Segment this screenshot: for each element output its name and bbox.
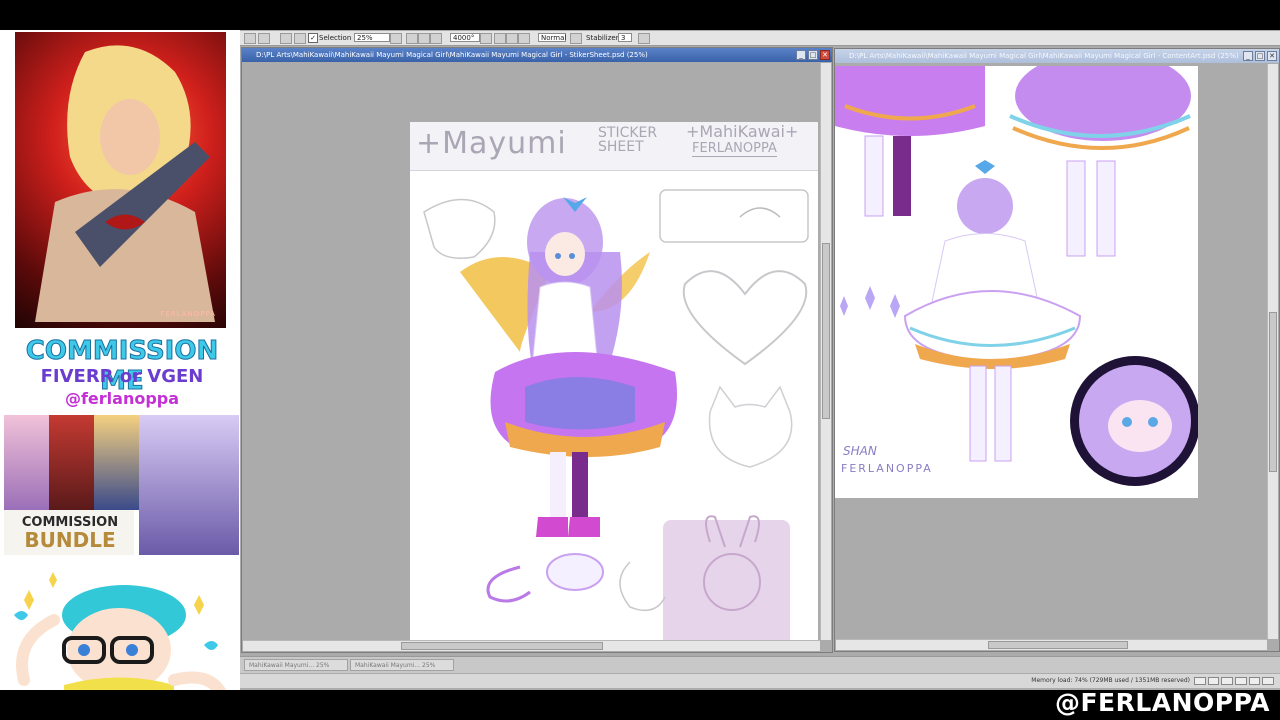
- size-dropdown-icon[interactable]: [480, 33, 492, 44]
- selection-label: Selection: [319, 34, 352, 42]
- status-indicator-icon[interactable]: [1262, 677, 1275, 685]
- minimize-button[interactable]: _: [796, 50, 806, 60]
- tool-b-icon[interactable]: [506, 33, 518, 44]
- face: [545, 232, 585, 276]
- canvas-sticker-sheet[interactable]: +Mayumi STICKER SHEET +MahiKawai+ FERLAN…: [410, 122, 818, 640]
- front-view-skirt: [835, 66, 985, 136]
- status-indicator-icon[interactable]: [1221, 677, 1234, 685]
- portrait-face: [100, 99, 160, 175]
- cat-mascot: [546, 553, 604, 591]
- back-view-hair: [1015, 66, 1191, 141]
- sketch-eye-box: [659, 189, 809, 243]
- leg-right: [572, 452, 588, 517]
- leg-left: [550, 452, 566, 517]
- close-button[interactable]: ✕: [1267, 51, 1277, 61]
- status-indicators: [1194, 677, 1275, 685]
- sketch-bag: [423, 198, 496, 259]
- document-taskbar: MahiKawaii Mayumi... 25% MahiKawaii Mayu…: [240, 656, 1280, 673]
- zoom-dropdown-icon[interactable]: [390, 33, 402, 44]
- commission-bundle-collage: COMMISSION BUNDLE: [4, 415, 239, 555]
- scrollbar-thumb[interactable]: [988, 641, 1128, 649]
- document-tab-2[interactable]: MahiKawaii Mayumi... 25%: [350, 659, 454, 671]
- blend-mode-select[interactable]: Normal: [538, 33, 566, 42]
- redo-icon[interactable]: [294, 33, 306, 44]
- sparkle-icons: [840, 286, 900, 318]
- status-indicator-icon[interactable]: [1248, 677, 1261, 685]
- vertical-scrollbar[interactable]: [1267, 64, 1278, 639]
- sketch-portrait-panel: [663, 520, 790, 640]
- tool-a-icon[interactable]: [494, 33, 506, 44]
- document-title[interactable]: D:\PL Arts\MahiKawaii\MahiKawaii Mayumi …: [242, 48, 832, 62]
- status-indicator-icon[interactable]: [1194, 677, 1206, 685]
- document-tab-1[interactable]: MahiKawaii Mayumi... 25%: [244, 659, 348, 671]
- memory-status: Memory load: 74% (729MB used / 1351MB re…: [1031, 677, 1190, 684]
- status-bar: Memory load: 74% (729MB used / 1351MB re…: [240, 674, 1280, 688]
- flip-icon[interactable]: [430, 33, 442, 44]
- rotate-right-icon[interactable]: [418, 33, 430, 44]
- portrait-signature: FERLANOPPA: [160, 310, 216, 318]
- sketch-cat: [708, 385, 793, 468]
- canvas-content-art[interactable]: SHAN FERLANOPPA: [835, 66, 1198, 498]
- minimize-button[interactable]: _: [1243, 51, 1253, 61]
- sketch-heart: [682, 270, 808, 366]
- streamer-avatar: [14, 572, 227, 690]
- maximize-button[interactable]: □: [1255, 51, 1265, 61]
- promo-platform-text: FIVERR or VGEN: [40, 366, 204, 387]
- sticker-artwork: [423, 189, 809, 640]
- status-indicator-icon[interactable]: [1207, 677, 1220, 685]
- scrollbar-thumb[interactable]: [401, 642, 603, 650]
- brush-size-field[interactable]: 4000°: [450, 33, 480, 42]
- turnaround-artwork: [835, 66, 1198, 486]
- promo-handle-text: @ferlanoppa: [64, 389, 180, 408]
- back-view-head: [957, 178, 1013, 234]
- undo-icon[interactable]: [280, 33, 292, 44]
- art-signature-bottom: FERLANOPPA: [841, 462, 933, 475]
- close-button[interactable]: ✕: [820, 50, 830, 60]
- selection-checkbox[interactable]: ✓: [308, 33, 318, 43]
- horizontal-scrollbar[interactable]: [243, 640, 820, 651]
- status-indicator-icon[interactable]: [1235, 677, 1247, 685]
- blend-dropdown-icon[interactable]: [570, 33, 582, 44]
- commission-portrait-art: FERLANOPPA: [15, 32, 226, 328]
- scrollbar-thumb[interactable]: [822, 243, 830, 419]
- stabilizer-field[interactable]: 3: [618, 33, 632, 42]
- stream-watermark: @FERLANOPPA: [1054, 688, 1270, 717]
- open-file-icon[interactable]: [258, 33, 270, 44]
- rotate-left-icon[interactable]: [406, 33, 418, 44]
- new-file-icon[interactable]: [244, 33, 256, 44]
- scrollbar-thumb[interactable]: [1269, 312, 1277, 472]
- vertical-scrollbar[interactable]: [820, 63, 831, 640]
- document-title[interactable]: D:\PL Arts\MahiKawaii\MahiKawaii Mayumi …: [835, 49, 1279, 63]
- maximize-button[interactable]: □: [808, 50, 818, 60]
- stabilizer-dropdown-icon[interactable]: [638, 33, 650, 44]
- tool-options-bar: ✓ Selection 25% 4000° Normal Stabilizer …: [240, 31, 1280, 46]
- zoom-field[interactable]: 25%: [354, 33, 390, 42]
- tool-c-icon[interactable]: [518, 33, 530, 44]
- horizontal-scrollbar[interactable]: [836, 639, 1267, 650]
- bundle-line-2: BUNDLE: [24, 528, 116, 552]
- art-signature-top: SHAN: [843, 444, 877, 458]
- stabilizer-label: Stabilizer: [586, 34, 619, 42]
